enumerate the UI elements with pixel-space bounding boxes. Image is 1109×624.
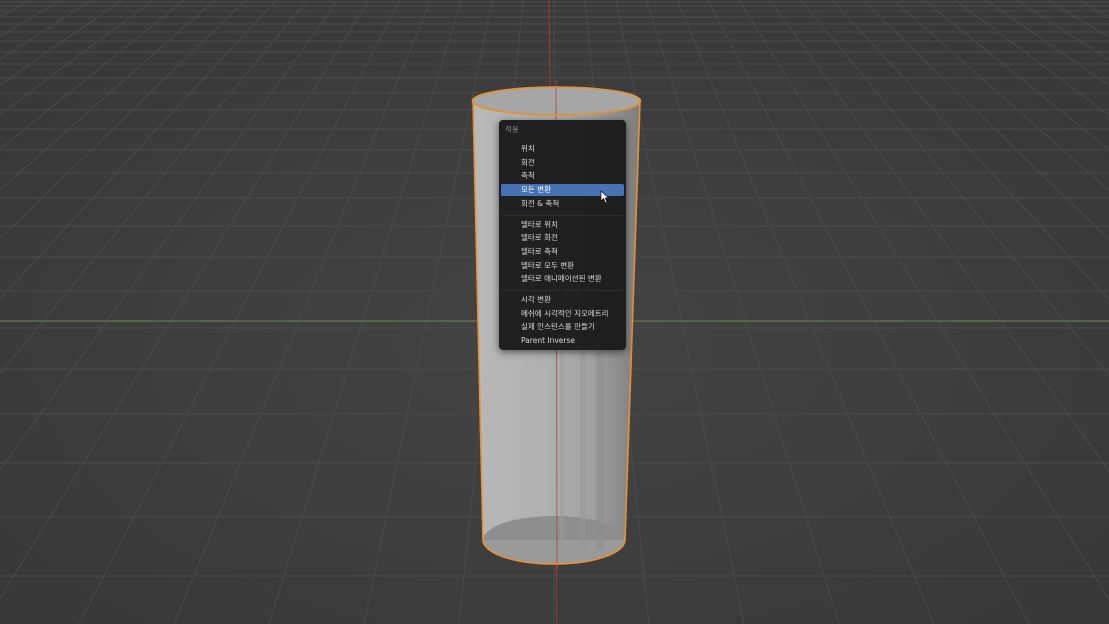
menu-item[interactable]: 회전 <box>501 157 624 169</box>
menu-item[interactable]: 실제 인스턴스를 만들기 <box>501 321 624 333</box>
3d-viewport[interactable]: 적용 위치 회전 축척 모든 변환 회전 & 축척 델타로 위치 델타로 회전 델타로 축척 델타… <box>0 0 1109 624</box>
apply-menu: 적용 위치 회전 축척 모든 변환 회전 & 축척 델타로 위치 델타로 회전 델타로 축척 델타… <box>499 120 626 350</box>
menu-separator <box>503 214 622 216</box>
menu-item[interactable]: Parent Inverse <box>501 335 624 347</box>
menu-item[interactable]: 델타로 모두 변환 <box>501 260 624 272</box>
menu-title: 적용 <box>505 125 519 134</box>
menu-item[interactable]: 델타로 축척 <box>501 246 624 258</box>
menu-item[interactable]: 델타로 회전 <box>501 232 624 244</box>
menu-item[interactable]: 델타로 위치 <box>501 219 624 231</box>
menu-item[interactable]: 축척 <box>501 170 624 182</box>
menu-item[interactable]: 위치 <box>501 143 624 155</box>
menu-item[interactable]: 델타로 애니메이션된 변환 <box>501 273 624 285</box>
menu-item[interactable]: 메쉬에 시각적인 지오메트리 <box>501 308 624 320</box>
menu-item[interactable]: 시각 변환 <box>501 294 624 306</box>
menu-separator <box>503 290 622 291</box>
mouse-pointer-icon <box>600 190 610 204</box>
